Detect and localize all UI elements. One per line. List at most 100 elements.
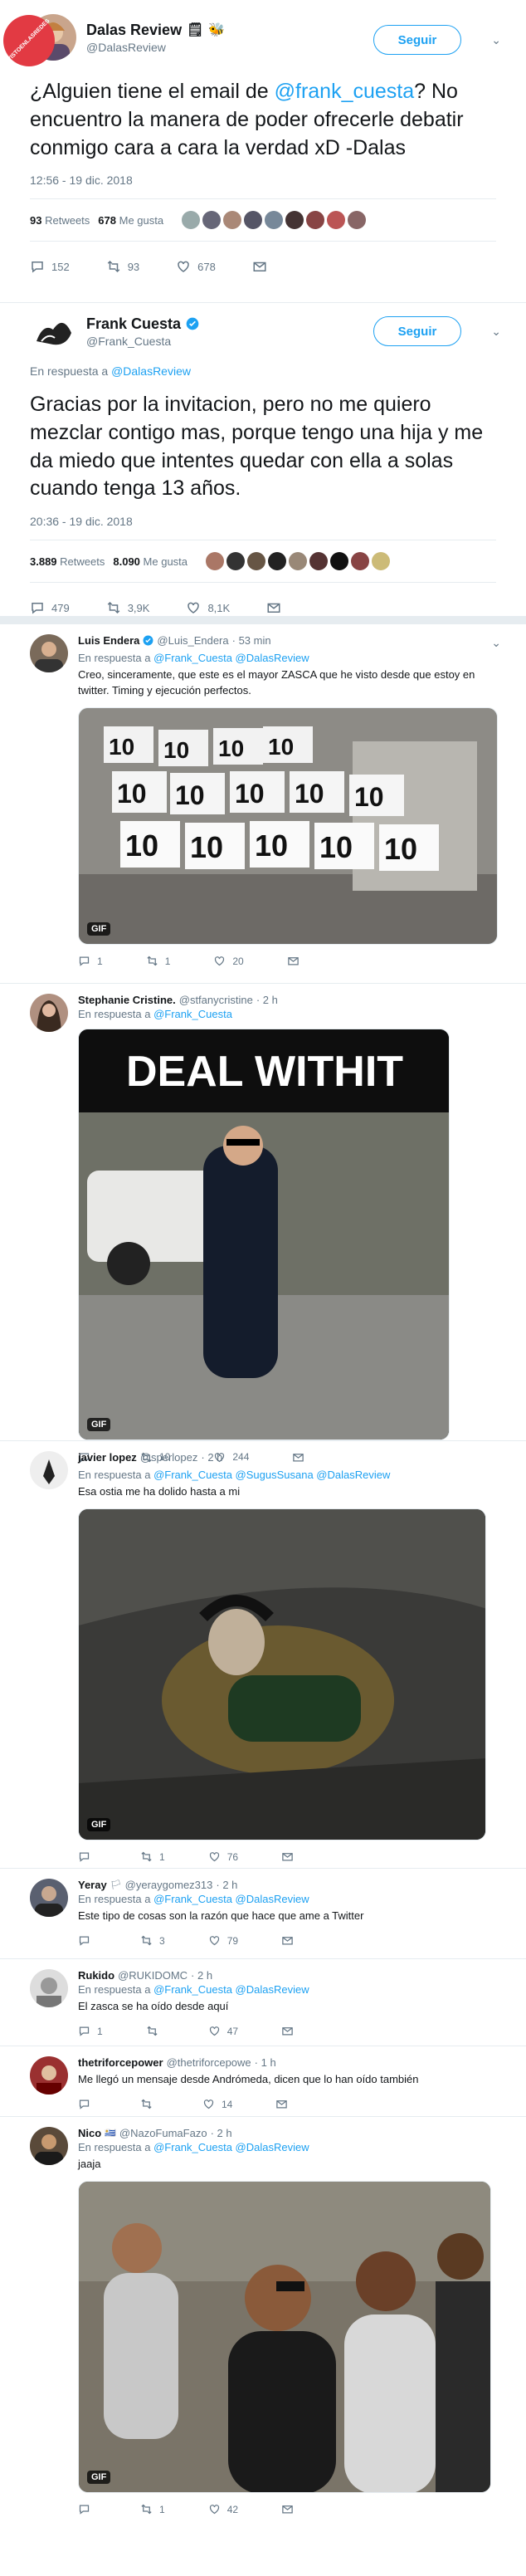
reply-time[interactable]: · 2 h [211,2127,232,2139]
mention-link[interactable]: @frank_cuesta [275,80,415,103]
dm-icon[interactable] [252,259,267,274]
scorecard-label: 10 [319,830,353,864]
author-name[interactable]: Frank Cuesta [86,315,181,333]
gif-badge: GIF [87,1817,111,1831]
mention-link[interactable]: @Frank_Cuesta @SugusSusana @DalasReview [153,1469,390,1481]
mention-link[interactable]: @DalasReview [111,364,191,378]
reply-time[interactable]: · 2 h [191,1969,212,1982]
gif-media[interactable]: GIF [78,2180,491,2493]
dm-icon[interactable] [275,2098,288,2110]
reply-time[interactable]: · 2 h [201,1451,222,1464]
like-button[interactable]: 20 [213,955,244,967]
author-name[interactable]: Dalas Review [86,22,182,39]
retweet-button[interactable] [140,2098,159,2110]
follow-button[interactable]: Seguir [373,316,461,346]
retweet-button[interactable]: 93 [106,259,139,274]
author-name[interactable]: Luis Endera [78,634,139,647]
author-name[interactable]: Stephanie Cristine. [78,994,176,1006]
reply-button[interactable] [78,2503,97,2515]
author-handle[interactable]: @thetriforcepowe [167,2056,251,2069]
dm-icon[interactable] [281,1934,294,1947]
author-handle[interactable]: @RUKIDOMC [118,1969,188,1982]
reply-time[interactable]: · 53 min [232,634,271,647]
reply-time[interactable]: · 1 h [255,2056,276,2069]
note-emoji-icon: 🗒 [187,23,204,37]
avatar[interactable] [30,1879,68,1917]
avatar[interactable] [30,1451,68,1489]
like-button[interactable]: 14 [202,2098,232,2110]
chevron-down-icon[interactable]: ⌄ [491,636,501,650]
mention-link[interactable]: @Frank_Cuesta [153,1008,232,1020]
tweet-timestamp[interactable]: 12:56 - 19 dic. 2018 [30,174,496,187]
dm-icon[interactable] [281,2025,294,2037]
dm-icon[interactable] [287,955,300,967]
like-button[interactable]: 678 [176,259,216,274]
dm-icon[interactable] [281,1850,294,1863]
avatar[interactable] [30,2056,68,2095]
avatar[interactable] [30,308,76,354]
scorecard-label: 10 [354,782,384,812]
mention-link[interactable]: @Frank_Cuesta @DalasReview [153,1893,309,1905]
reply-text: jaaja [78,2158,101,2170]
reply-button[interactable]: 1 [78,2025,103,2037]
author-name[interactable]: javier lopez [78,1451,137,1464]
follow-button[interactable]: Seguir [373,25,461,55]
dm-icon[interactable] [281,2503,294,2515]
reply-tweet[interactable]: javier lopez @sperlopez · 2 h En respues… [0,1441,526,1868]
chevron-down-icon[interactable]: ⌄ [491,325,501,339]
author-handle[interactable]: @NazoFumaFazo [119,2127,207,2139]
retweet-button[interactable]: 1 [140,1850,165,1863]
reply-button[interactable]: 1 [78,955,103,967]
author-handle[interactable]: @DalasReview [86,41,225,54]
gif-media[interactable]: GIF [78,1508,486,1840]
retweet-button[interactable] [146,2025,165,2037]
author-name[interactable]: Nico [78,2127,101,2139]
avatar[interactable] [30,994,68,1032]
avatar[interactable] [30,634,68,672]
reply-tweet[interactable]: Nico 🇺🇾 @NazoFumaFazo · 2 h En respuesta… [0,2117,526,2515]
reply-tweet[interactable]: thetriforcepower @thetriforcepowe · 1 h … [0,2046,526,2116]
reply-button[interactable] [78,1934,97,1947]
like-button[interactable]: 47 [208,2025,238,2037]
avatar[interactable] [30,1969,68,2007]
avatar[interactable] [30,2127,68,2165]
author-handle[interactable]: @stfanycristine [179,994,253,1006]
reply-button[interactable]: 152 [30,259,70,274]
like-button[interactable]: 79 [208,1934,238,1947]
gif-media[interactable]: DEAL WITHIT GIF [78,1029,450,1440]
mention-link[interactable]: @Frank_Cuesta @DalasReview [153,1983,309,1996]
reply-button[interactable]: 479 [30,600,70,615]
dm-icon[interactable] [266,600,281,615]
mention-link[interactable]: @Frank_Cuesta @DalasReview [153,652,309,664]
author-name[interactable]: Rukido [78,1969,114,1982]
author-handle[interactable]: @Frank_Cuesta [86,335,199,348]
tweet-stats: 93 Retweets 678 Me gusta [30,199,496,241]
bee-emoji-icon: 🐝 [208,23,226,37]
mention-link[interactable]: @Frank_Cuesta @DalasReview [153,2141,309,2153]
like-button[interactable]: 76 [208,1850,238,1863]
retweet-button[interactable]: 1 [140,2503,165,2515]
reply-time[interactable]: · 2 h [256,994,278,1006]
verified-badge-icon [186,317,199,330]
author-name[interactable]: thetriforcepower [78,2056,163,2069]
like-button[interactable]: 8,1K [186,600,230,615]
author-name[interactable]: Yeray [78,1879,107,1891]
reply-time[interactable]: · 2 h [216,1879,237,1891]
tweet-timestamp[interactable]: 20:36 - 19 dic. 2018 [30,515,496,528]
reply-tweet[interactable]: Rukido @RUKIDOMC · 2 h En respuesta a @F… [0,1959,526,2046]
reply-tweet[interactable]: Stephanie Cristine. @stfanycristine · 2 … [0,984,526,1463]
gif-media[interactable]: 10 10 10 10 10 10 10 10 10 10 10 10 10 1… [78,706,498,945]
retweet-button[interactable]: 3 [140,1934,165,1947]
reply-button[interactable] [78,1850,97,1863]
retweet-button[interactable]: 1 [146,955,170,967]
chevron-down-icon[interactable]: ⌄ [491,33,501,47]
main-tweet-frank: Frank Cuesta @Frank_Cuesta Seguir ⌄ En r… [0,302,526,616]
author-handle[interactable]: @sperlopez [140,1451,198,1464]
reply-tweet[interactable]: Yeray 🏳 @yeraygomez313 · 2 h En respuest… [0,1869,526,1958]
reply-button[interactable] [78,2098,97,2110]
reply-tweet[interactable]: Luis Endera @Luis_Endera · 53 min En res… [0,624,526,983]
retweet-button[interactable]: 3,9K [106,600,149,615]
like-button[interactable]: 42 [208,2503,238,2515]
author-handle[interactable]: @yeraygomez313 [125,1879,213,1891]
author-handle[interactable]: @Luis_Endera [157,634,228,647]
